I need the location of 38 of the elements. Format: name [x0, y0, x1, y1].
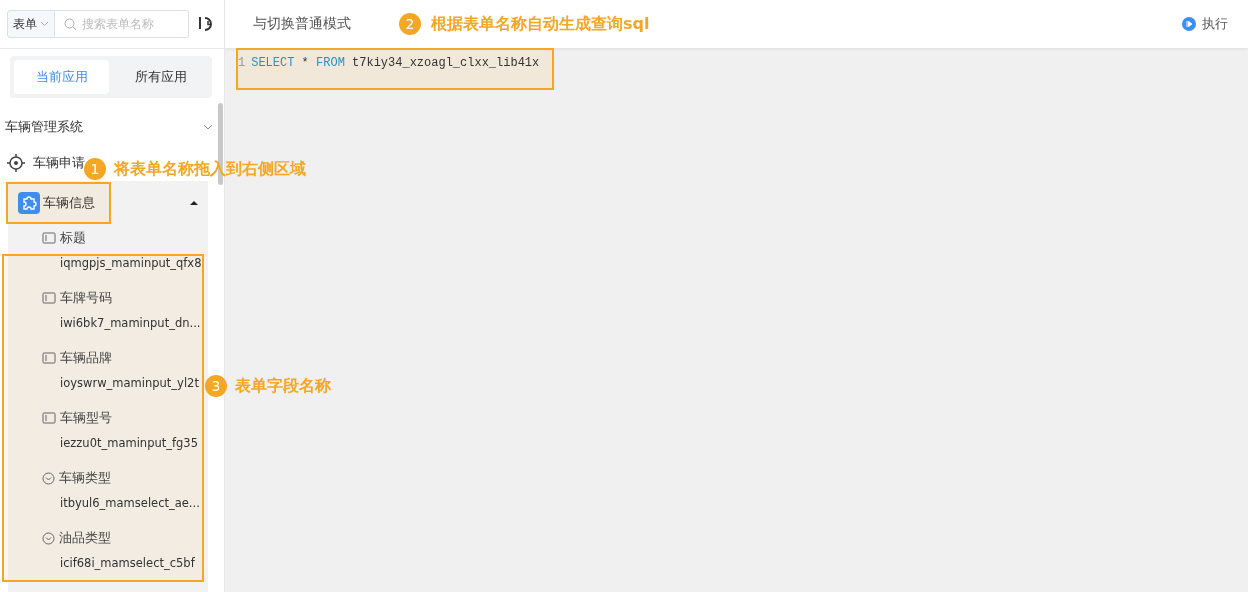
field-code: iezzu0t_maminput_fg35 — [60, 434, 198, 451]
input-icon — [42, 412, 56, 424]
mode-toggle[interactable]: 与切换普通模式 — [253, 15, 351, 33]
field-code: iqmgpjs_maminput_qfx8 — [60, 254, 202, 271]
callout-text: 根据表单名称自动生成查询sql — [431, 13, 650, 35]
field-label[interactable]: 油品类型 — [59, 529, 111, 547]
input-icon — [42, 352, 56, 364]
target-icon — [7, 154, 25, 172]
tab[interactable]: 所有应用 — [113, 60, 208, 94]
sql-text: SELECT * FROM t7kiy34_xzoagl_clxx_lib41x — [251, 56, 540, 70]
field-code: itbyul6_mamselect_ae... — [60, 494, 200, 511]
step-number: 2 — [399, 13, 421, 35]
dropdown-icon — [42, 471, 55, 485]
group-title[interactable]: 车辆管理系统 — [5, 118, 83, 136]
field-label[interactable]: 标题 — [60, 229, 86, 247]
field-label[interactable]: 车辆类型 — [59, 469, 111, 487]
dropdown-icon — [42, 531, 55, 545]
field-label[interactable]: 车辆品牌 — [60, 349, 112, 367]
chevron-icon — [40, 21, 49, 27]
field-code: iwi6bk7_maminput_dn... — [60, 314, 201, 331]
field-code: ioyswrw_maminput_yl2t — [60, 374, 199, 391]
step-number: 3 — [205, 375, 227, 397]
callout-text: 将表单名称拖入到右侧区域 — [114, 158, 306, 180]
input-icon — [42, 232, 56, 244]
search-field[interactable]: 搜索表单名称 — [55, 10, 189, 38]
input-icon — [42, 292, 56, 304]
field-code: icif68i_mamselect_c5bf — [60, 554, 195, 571]
type-select[interactable]: 表单 — [7, 10, 55, 38]
search-icon — [64, 18, 77, 31]
field-label[interactable]: 车牌号码 — [60, 289, 112, 307]
play-icon — [1182, 17, 1196, 31]
step-number: 1 — [84, 158, 106, 180]
run-button[interactable]: 执行 — [1176, 14, 1234, 34]
puzzle-icon — [18, 192, 40, 214]
field-label[interactable]: 车辆型号 — [60, 409, 112, 427]
line-number: 1 — [238, 56, 246, 70]
history-icon[interactable] — [197, 15, 215, 33]
callout-text: 表单字段名称 — [235, 375, 331, 397]
